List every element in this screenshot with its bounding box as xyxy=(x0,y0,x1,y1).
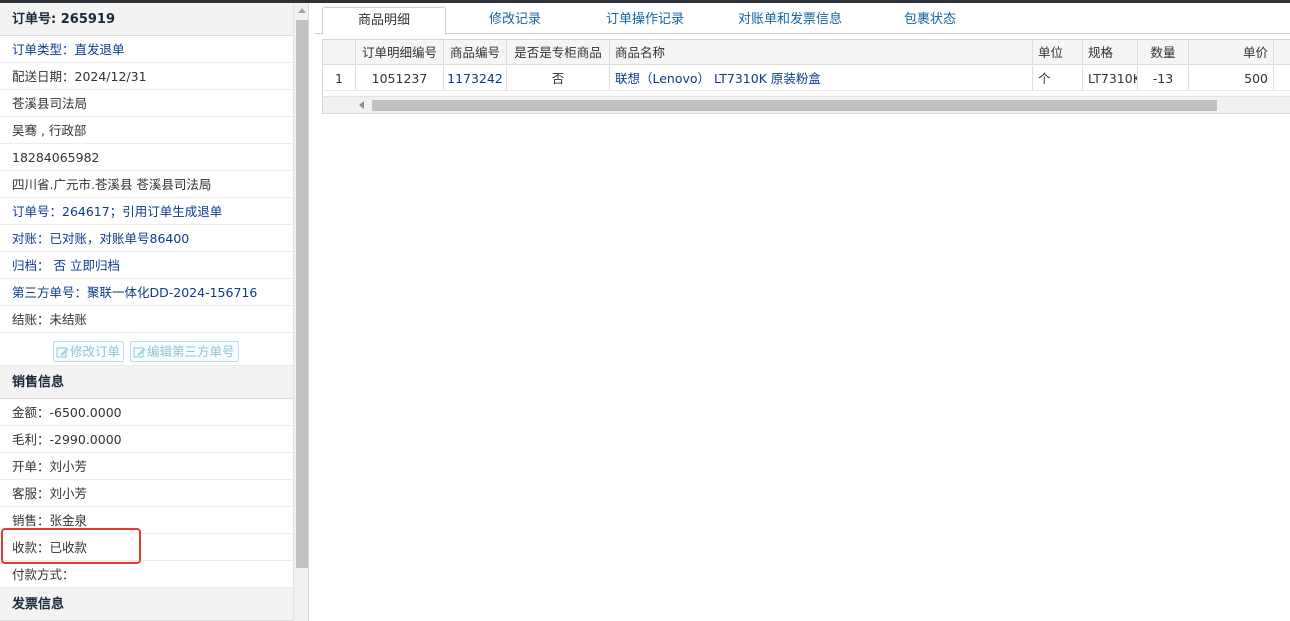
scroll-up-arrow-icon[interactable] xyxy=(298,8,306,13)
col-product-id[interactable]: 商品编号 xyxy=(444,40,507,65)
invoice-info-heading: 发票信息 xyxy=(0,588,293,621)
cell-rownum: 1 xyxy=(323,66,356,91)
cell-extra xyxy=(1274,66,1290,91)
cell-unit-price: 500 xyxy=(1189,66,1274,91)
col-detail-id[interactable]: 订单明细编号 xyxy=(356,40,444,65)
tab-order-operations[interactable]: 订单操作记录 xyxy=(580,7,710,35)
tab-change-log[interactable]: 修改记录 xyxy=(455,7,575,35)
col-product-name[interactable]: 商品名称 xyxy=(610,40,1033,65)
order-type: 订单类型：直发退单 xyxy=(0,36,293,63)
col-unit[interactable]: 单位 xyxy=(1033,40,1083,65)
customer-org: 苍溪县司法局 xyxy=(0,90,293,117)
cell-spec: LT7310K xyxy=(1083,66,1138,91)
edit-third-party-label: 编辑第三方单号 xyxy=(147,344,235,359)
sales-info-heading: 销售信息 xyxy=(0,366,293,399)
scrollbar-thumb[interactable] xyxy=(372,100,1217,111)
ref-order-link[interactable]: 订单号：264617；引用订单生成退单 xyxy=(0,198,293,225)
sales-amount: 金额：-6500.0000 xyxy=(0,399,293,426)
edit-icon xyxy=(133,347,146,358)
col-quantity[interactable]: 数量 xyxy=(1138,40,1189,65)
cell-product-name-link[interactable]: 联想（Lenovo） LT7310K 原装粉盒 xyxy=(610,66,1033,91)
product-grid: 订单明细编号 商品编号 是否是专柜商品 商品名称 单位 规格 数量 单价 1 1… xyxy=(322,39,1290,114)
tab-product-details[interactable]: 商品明细 xyxy=(322,7,446,35)
reconciliation-link[interactable]: 对账：已对账，对账单号86400 xyxy=(0,225,293,252)
tab-package-status[interactable]: 包裹状态 xyxy=(870,7,990,35)
col-spec[interactable]: 规格 xyxy=(1083,40,1138,65)
cell-detail-id: 1051237 xyxy=(356,66,444,91)
highlight-box xyxy=(1,528,141,564)
col-rownum xyxy=(323,40,356,65)
cell-quantity: -13 xyxy=(1138,66,1189,91)
settlement-status: 结账：未结账 xyxy=(0,306,293,333)
col-extra xyxy=(1274,40,1290,65)
scrollbar-thumb[interactable] xyxy=(296,20,308,568)
left-vertical-scrollbar[interactable] xyxy=(293,3,308,621)
cell-counter-product: 否 xyxy=(507,66,610,91)
gross-profit: 毛利：-2990.0000 xyxy=(0,426,293,453)
edit-order-button[interactable]: 修改订单 xyxy=(53,341,125,362)
tab-statement-invoice[interactable]: 对账单和发票信息 xyxy=(710,7,870,35)
scroll-left-arrow-icon[interactable] xyxy=(359,101,364,109)
detail-panel: 商品明细 修改记录 订单操作记录 对账单和发票信息 包裹状态 订单明细编号 商品… xyxy=(315,3,1290,621)
edit-icon xyxy=(56,347,69,358)
contact-phone: 18284065982 xyxy=(0,144,293,171)
archive-link[interactable]: 归档： 否 立即归档 xyxy=(0,252,293,279)
edit-order-label: 修改订单 xyxy=(70,344,121,359)
cell-product-id-link[interactable]: 1173242 xyxy=(444,66,507,91)
issuer: 开单：刘小芳 xyxy=(0,453,293,480)
col-unit-price[interactable]: 单价 xyxy=(1189,40,1274,65)
grid-horizontal-scrollbar[interactable] xyxy=(323,96,1290,113)
col-counter-product[interactable]: 是否是专柜商品 xyxy=(507,40,610,65)
order-number-heading: 订单号: 265919 xyxy=(0,3,293,36)
third-party-number[interactable]: 第三方单号：聚联一体化DD-2024-156716 xyxy=(0,279,293,306)
delivery-date: 配送日期：2024/12/31 xyxy=(0,63,293,90)
delivery-address: 四川省.广元市.苍溪县 苍溪县司法局 xyxy=(0,171,293,198)
order-actions: 修改订单 编辑第三方单号 xyxy=(0,338,293,366)
contact-person: 吴骞 , 行政部 xyxy=(0,117,293,144)
cell-unit: 个 xyxy=(1033,66,1083,91)
tab-bar: 商品明细 修改记录 订单操作记录 对账单和发票信息 包裹状态 xyxy=(315,3,1290,35)
customer-service: 客服：刘小芳 xyxy=(0,480,293,507)
edit-third-party-button[interactable]: 编辑第三方单号 xyxy=(130,341,239,362)
payment-method: 付款方式： xyxy=(0,561,293,588)
